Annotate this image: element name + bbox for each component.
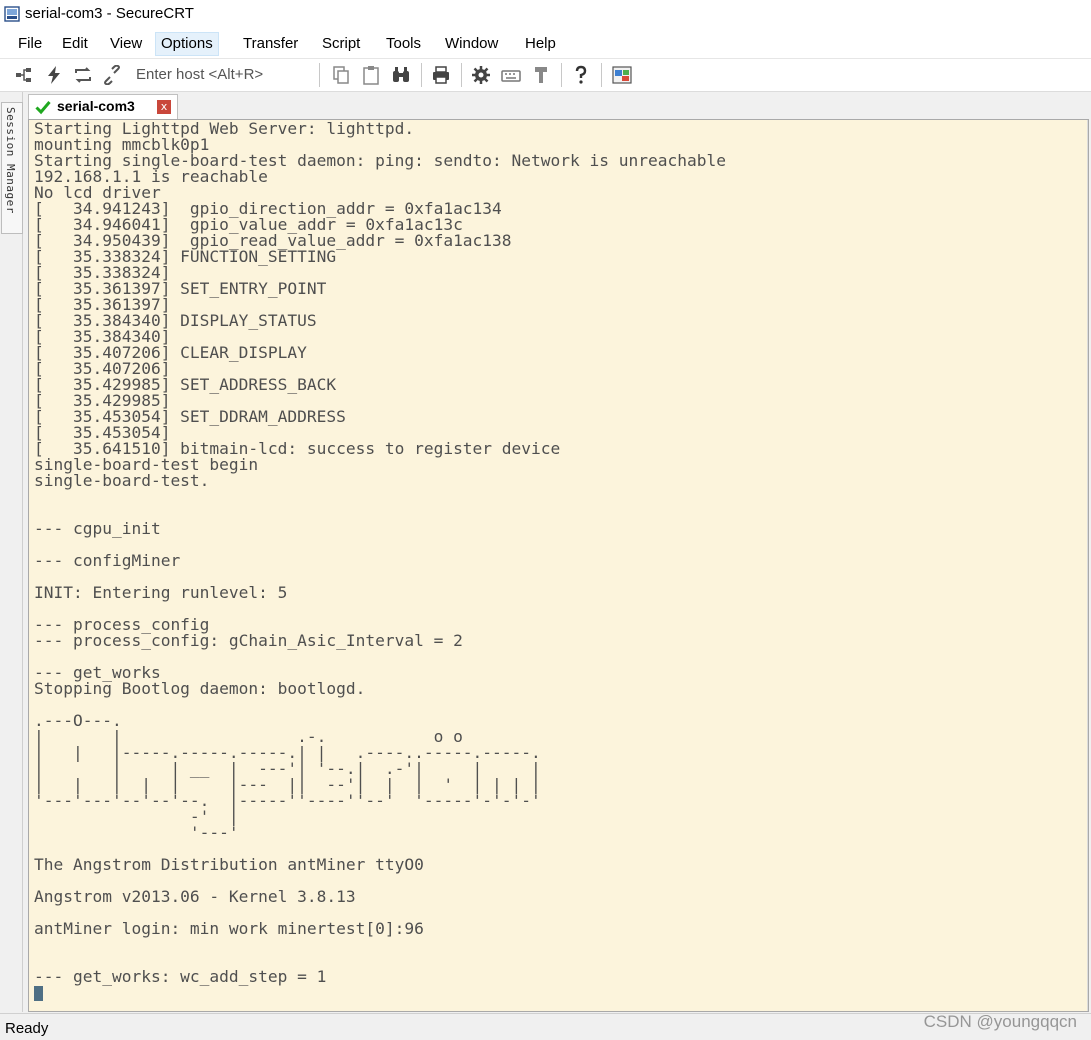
- session-tab-bar: serial-com3 x: [23, 92, 1091, 119]
- reconnect-icon[interactable]: [73, 65, 93, 85]
- securecrt-app-icon: [4, 6, 20, 22]
- session-manager-tab[interactable]: Session Manager: [1, 102, 23, 234]
- quick-connect-icon[interactable]: [44, 65, 64, 85]
- terminal-line: Stopping Bootlog daemon: bootlogd.: [34, 679, 366, 698]
- enter-host-input[interactable]: [132, 63, 320, 85]
- terminal-line: INIT: Entering runlevel: 5: [34, 583, 288, 602]
- terminal-line: --- process_config: gChain_Asic_Interval…: [34, 631, 463, 650]
- menu-help[interactable]: Help: [520, 33, 561, 55]
- terminal-output: Starting Lighttpd Web Server: lighttpd. m…: [34, 120, 726, 1001]
- terminal-line: '---': [34, 823, 239, 842]
- menu-file[interactable]: File: [13, 33, 47, 55]
- tab-serial-com3[interactable]: serial-com3 x: [28, 94, 178, 119]
- print-icon[interactable]: [431, 65, 451, 85]
- terminal-line: antMiner login: min work minertest[0]:96: [34, 919, 424, 938]
- toolbar: [0, 59, 1091, 92]
- menu-script[interactable]: Script: [317, 33, 365, 55]
- status-bar: Ready CSDN @youngqqcn: [0, 1012, 1091, 1040]
- terminal-line: Angstrom v2013.06 - Kernel 3.8.13: [34, 887, 356, 906]
- help-icon[interactable]: [571, 65, 591, 85]
- toolbar-separator: [461, 63, 462, 87]
- session-manager-label: Session Manager: [4, 107, 17, 214]
- paste-icon[interactable]: [361, 65, 381, 85]
- tab-label: serial-com3: [57, 98, 135, 114]
- toolbar-separator: [601, 63, 602, 87]
- menu-window[interactable]: Window: [440, 33, 503, 55]
- terminal-scrollbar[interactable]: [1087, 120, 1088, 1011]
- status-text: Ready: [5, 1020, 49, 1037]
- tab-close-button[interactable]: x: [157, 100, 171, 114]
- title-bar: serial-com3 - SecureCRT: [0, 0, 1091, 30]
- terminal-cursor: [34, 986, 43, 1001]
- toolbar-separator: [319, 63, 320, 87]
- watermark-text: CSDN @youngqqcn: [923, 1012, 1077, 1031]
- sftp-icon[interactable]: [531, 65, 551, 85]
- toolbar-separator: [561, 63, 562, 87]
- window-title: serial-com3 - SecureCRT: [25, 5, 194, 22]
- connected-check-icon: [35, 101, 51, 115]
- menu-bar: File Edit View Options Transfer Script T…: [0, 30, 1091, 59]
- terminal-cursor-line: [34, 985, 726, 1001]
- menu-options[interactable]: Options: [155, 32, 219, 56]
- disconnect-icon[interactable]: [102, 65, 122, 85]
- menu-view[interactable]: View: [105, 33, 147, 55]
- toolbar-separator: [421, 63, 422, 87]
- terminal-line: --- cgpu_init: [34, 519, 161, 538]
- menu-transfer[interactable]: Transfer: [238, 33, 303, 55]
- terminal-line: single-board-test.: [34, 471, 210, 490]
- screen-capture-icon[interactable]: [612, 65, 632, 85]
- session-manager-panel: Session Manager: [0, 92, 23, 1012]
- connect-icon[interactable]: [14, 65, 34, 85]
- find-icon[interactable]: [391, 65, 411, 85]
- menu-tools[interactable]: Tools: [381, 33, 426, 55]
- keymap-icon[interactable]: [501, 65, 521, 85]
- terminal-window[interactable]: Starting Lighttpd Web Server: lighttpd. m…: [28, 119, 1089, 1012]
- terminal-line: --- get_works: wc_add_step = 1: [34, 967, 327, 986]
- terminal-line: --- configMiner: [34, 551, 181, 570]
- copy-icon[interactable]: [331, 65, 351, 85]
- terminal-line: The Angstrom Distribution antMiner ttyO0: [34, 855, 424, 874]
- session-options-icon[interactable]: [471, 65, 491, 85]
- menu-edit[interactable]: Edit: [57, 33, 93, 55]
